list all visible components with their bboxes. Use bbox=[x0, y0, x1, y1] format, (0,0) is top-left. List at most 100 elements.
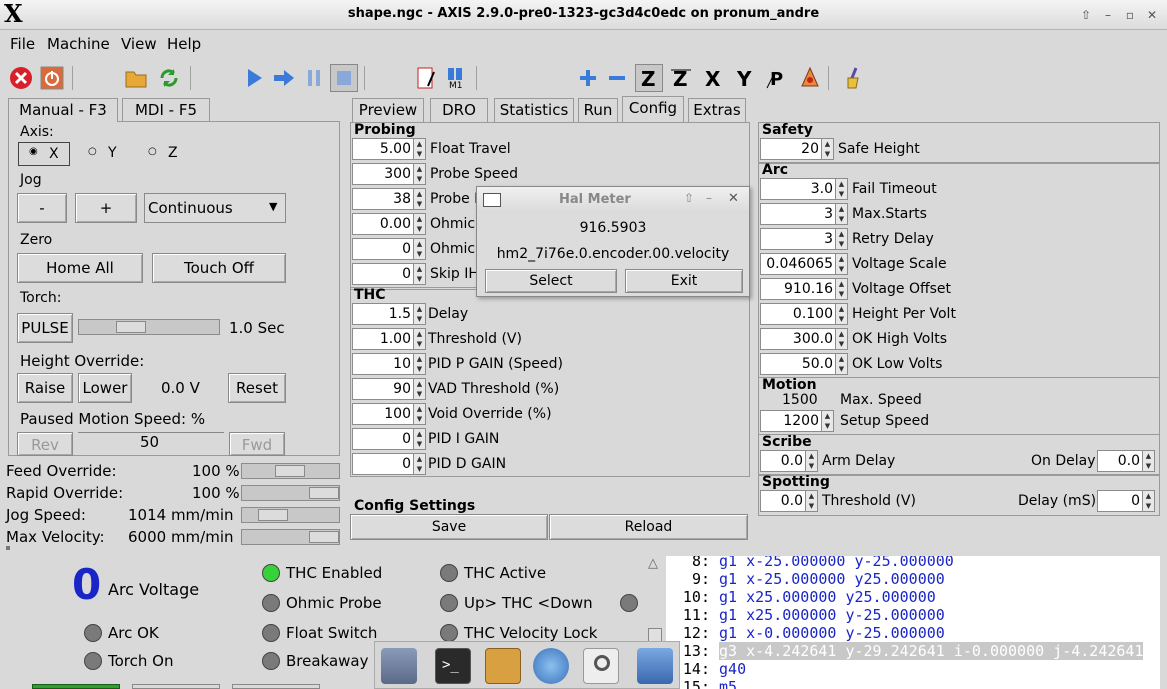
close-window-icon[interactable]: ✕ bbox=[1143, 6, 1161, 24]
view-x-icon[interactable]: X bbox=[699, 64, 727, 92]
jog-mode-select[interactable]: Continuous ▼ bbox=[144, 193, 286, 223]
thc-delay-spinbox[interactable]: 1.5 ▲ ▼ bbox=[352, 303, 426, 325]
power-icon[interactable] bbox=[38, 64, 66, 92]
toggle-rotate-icon[interactable] bbox=[796, 64, 824, 92]
pid-p-gain-spinbox[interactable]: 10 ▲ ▼ bbox=[352, 353, 426, 375]
terminal-icon[interactable]: >_ bbox=[435, 648, 471, 684]
ohmic-offset-spinbox[interactable]: 0.00 ▲ ▼ bbox=[352, 213, 426, 235]
height-reset-button[interactable]: Reset bbox=[228, 373, 286, 403]
hal-meter-select-button[interactable]: Select bbox=[485, 269, 617, 293]
hal-meter-titlebar[interactable]: Hal Meter ⇧ – ✕ bbox=[477, 187, 749, 213]
open-folder-icon[interactable] bbox=[122, 64, 150, 92]
show-desktop-icon[interactable] bbox=[381, 648, 417, 684]
menu-file[interactable]: File bbox=[10, 35, 35, 53]
jog-minus-button[interactable]: - bbox=[17, 193, 67, 223]
vad-threshold-spinbox[interactable]: 90 ▲ ▼ bbox=[352, 378, 426, 400]
rapid-override-slider[interactable] bbox=[241, 485, 340, 501]
block-delete-icon[interactable] bbox=[412, 64, 440, 92]
on-delay-spinbox[interactable]: 0.0 ▲ ▼ bbox=[1097, 450, 1155, 472]
estop-icon[interactable] bbox=[7, 64, 35, 92]
tab-extras[interactable]: Extras bbox=[688, 98, 746, 122]
home-all-button[interactable]: Home All bbox=[17, 253, 143, 283]
float-travel-spinbox[interactable]: 5.00 ▲ ▼ bbox=[352, 138, 426, 160]
resize-handle[interactable] bbox=[6, 546, 10, 550]
voltage-offset-spinbox[interactable]: 910.16 ▲ ▼ bbox=[760, 278, 848, 300]
tab-mdi[interactable]: MDI - F5 bbox=[122, 98, 210, 122]
bottom-button[interactable] bbox=[132, 684, 220, 689]
voltage-scale-spinbox[interactable]: 0.046065 ▲ ▼ bbox=[760, 253, 848, 275]
keep-above-icon[interactable]: ⇧ bbox=[1077, 6, 1095, 24]
title-bar[interactable]: X shape.ngc - AXIS 2.9.0-pre0-1323-gc3d4… bbox=[0, 0, 1167, 30]
tab-run[interactable]: Run bbox=[578, 98, 618, 122]
fail-timeout-spinbox[interactable]: 3.0 ▲ ▼ bbox=[760, 178, 848, 200]
step-icon[interactable] bbox=[270, 64, 298, 92]
tab-dro[interactable]: DRO bbox=[430, 98, 488, 122]
view-perspective-icon[interactable]: P bbox=[763, 64, 791, 92]
optional-stop-icon[interactable]: M1 bbox=[442, 64, 470, 92]
pid-i-gain-spinbox[interactable]: 0 ▲ ▼ bbox=[352, 428, 426, 450]
zoom-out-icon[interactable] bbox=[603, 64, 631, 92]
reload-icon[interactable] bbox=[155, 64, 183, 92]
tab-statistics[interactable]: Statistics bbox=[494, 98, 574, 122]
spotting-threshold-spinbox[interactable]: 0.0 ▲ ▼ bbox=[760, 490, 818, 512]
clear-plot-icon[interactable] bbox=[840, 64, 868, 92]
pid-d-gain-spinbox[interactable]: 0 ▲ ▼ bbox=[352, 453, 426, 475]
file-cabinet-icon[interactable] bbox=[485, 648, 521, 684]
scroll-up-icon[interactable]: △ bbox=[648, 556, 662, 571]
ok-high-volts-spinbox[interactable]: 300.0 ▲ ▼ bbox=[760, 328, 848, 350]
tab-manual[interactable]: Manual - F3 bbox=[8, 98, 118, 122]
paused-motion-slider[interactable]: 50 bbox=[78, 432, 224, 456]
menu-view[interactable]: View bbox=[121, 35, 157, 53]
scroll-handle[interactable] bbox=[648, 628, 662, 642]
torch-pulse-button[interactable]: PULSE bbox=[17, 313, 73, 343]
hal-meter-exit-button[interactable]: Exit bbox=[625, 269, 743, 293]
void-override-spinbox[interactable]: 100 ▲ ▼ bbox=[352, 403, 426, 425]
view-z-rotated-icon[interactable]: Z bbox=[667, 64, 695, 92]
arm-delay-spinbox[interactable]: 0.0 ▲ ▼ bbox=[760, 450, 818, 472]
menu-machine[interactable]: Machine bbox=[47, 35, 110, 53]
keep-above-icon[interactable]: ⇧ bbox=[684, 191, 694, 205]
web-browser-icon[interactable] bbox=[533, 648, 569, 684]
view-z-icon[interactable]: Z bbox=[635, 64, 663, 92]
bottom-green-button[interactable] bbox=[32, 684, 120, 689]
rev-button[interactable]: Rev bbox=[17, 432, 73, 456]
run-icon[interactable] bbox=[240, 64, 268, 92]
axis-x-radio[interactable]: ◉ X bbox=[18, 142, 70, 166]
search-icon[interactable] bbox=[583, 648, 619, 684]
maximize-icon[interactable]: ▫ bbox=[1121, 6, 1139, 24]
fwd-button[interactable]: Fwd bbox=[229, 432, 285, 456]
view-y-icon[interactable]: Y bbox=[731, 64, 759, 92]
height-per-volt-spinbox[interactable]: 0.100 ▲ ▼ bbox=[760, 303, 848, 325]
safe-height-spinbox[interactable]: 20 ▲ ▼ bbox=[760, 138, 834, 160]
probe-height-spinbox[interactable]: 38 ▲ ▼ bbox=[352, 188, 426, 210]
jog-plus-button[interactable]: + bbox=[75, 193, 137, 223]
axis-z-radio[interactable]: ○ Z bbox=[148, 145, 188, 165]
folder-icon[interactable] bbox=[637, 648, 673, 684]
ok-low-volts-spinbox[interactable]: 50.0 ▲ ▼ bbox=[760, 353, 848, 375]
stop-icon[interactable] bbox=[330, 64, 358, 92]
close-icon[interactable]: ✕ bbox=[728, 191, 739, 206]
tab-config[interactable]: Config bbox=[622, 96, 684, 122]
max-starts-spinbox[interactable]: 3 ▲ ▼ bbox=[760, 203, 848, 225]
feed-override-slider[interactable] bbox=[241, 463, 340, 479]
touch-off-button[interactable]: Touch Off bbox=[152, 253, 286, 283]
torch-pulse-slider[interactable] bbox=[78, 319, 220, 335]
axis-y-radio[interactable]: ○ Y bbox=[88, 145, 128, 165]
reload-button[interactable]: Reload bbox=[549, 514, 748, 540]
thc-threshold-spinbox[interactable]: 1.00 ▲ ▼ bbox=[352, 328, 426, 350]
retry-delay-spinbox[interactable]: 3 ▲ ▼ bbox=[760, 228, 848, 250]
pause-icon[interactable] bbox=[300, 64, 328, 92]
setup-speed-spinbox[interactable]: 1200 ▲ ▼ bbox=[760, 410, 834, 432]
minimize-icon[interactable]: – bbox=[1099, 6, 1117, 24]
menu-help[interactable]: Help bbox=[167, 35, 201, 53]
ohmic-retries-spinbox[interactable]: 0 ▲ ▼ bbox=[352, 238, 426, 260]
skip-ih-spinbox[interactable]: 0 ▲ ▼ bbox=[352, 263, 426, 285]
spotting-delay-spinbox[interactable]: 0 ▲ ▼ bbox=[1097, 490, 1155, 512]
zoom-in-icon[interactable] bbox=[574, 64, 602, 92]
tab-preview[interactable]: Preview bbox=[352, 98, 424, 122]
max-velocity-slider[interactable] bbox=[241, 529, 340, 545]
probe-speed-spinbox[interactable]: 300 ▲ ▼ bbox=[352, 163, 426, 185]
bottom-button[interactable] bbox=[232, 684, 320, 689]
save-button[interactable]: Save bbox=[350, 514, 548, 540]
height-lower-button[interactable]: Lower bbox=[78, 373, 132, 403]
